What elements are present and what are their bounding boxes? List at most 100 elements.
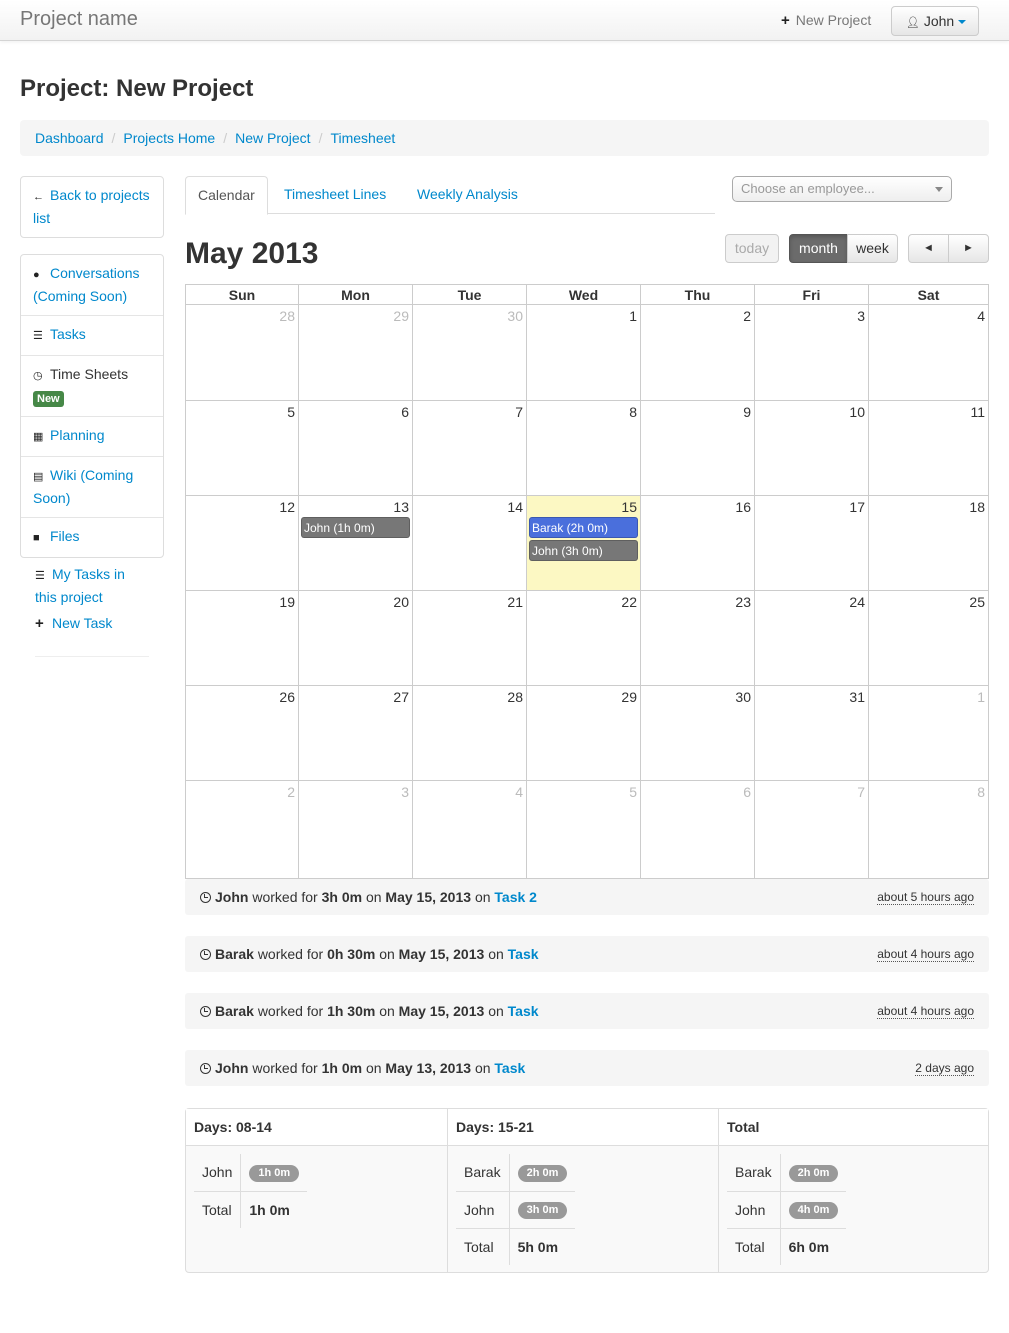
calendar-day[interactable]: 29 bbox=[299, 305, 413, 401]
day-number: 4 bbox=[515, 784, 523, 800]
sidebar-item-time-sheets[interactable]: ◷ Time Sheets New bbox=[21, 355, 163, 416]
calendar-day[interactable]: 8 bbox=[869, 781, 989, 879]
calendar-day[interactable]: 2 bbox=[185, 781, 299, 879]
calendar-day[interactable]: 20 bbox=[299, 591, 413, 686]
employee-select-placeholder: Choose an employee... bbox=[741, 181, 875, 196]
back-label: Back to projects list bbox=[33, 187, 150, 226]
calendar-event[interactable]: John (1h 0m) bbox=[301, 517, 410, 538]
tab-weekly-analysis[interactable]: Weekly Analysis bbox=[405, 176, 530, 214]
day-number: 3 bbox=[401, 784, 409, 800]
calendar-day[interactable]: 13 John (1h 0m) bbox=[299, 496, 413, 591]
brand-link[interactable]: Project name bbox=[20, 8, 138, 31]
calendar-day[interactable]: 15 Barak (2h 0m) John (3h 0m) bbox=[527, 496, 641, 591]
sidebar-item-tasks[interactable]: ☰ Tasks bbox=[21, 315, 163, 355]
next-button[interactable]: ► bbox=[948, 234, 989, 263]
calendar-day[interactable]: 6 bbox=[299, 401, 413, 496]
weekday-header: Fri bbox=[755, 284, 869, 305]
sidebar-links: ☰ My Tasks in this project + New Task bbox=[35, 564, 149, 634]
activity-task-link[interactable]: Task 2 bbox=[494, 889, 537, 905]
calendar-icon: ▦ bbox=[33, 431, 44, 443]
month-view-button[interactable]: month bbox=[789, 234, 848, 263]
activity-on: on bbox=[474, 1060, 491, 1076]
calendar-day[interactable]: 26 bbox=[185, 686, 299, 781]
calendar-day[interactable]: 23 bbox=[641, 591, 755, 686]
calendar-day[interactable]: 6 bbox=[641, 781, 755, 879]
total-label: Total bbox=[727, 1227, 781, 1265]
calendar-day[interactable]: 1 bbox=[527, 305, 641, 401]
calendar-event[interactable]: Barak (2h 0m) bbox=[529, 517, 638, 538]
calendar-day[interactable]: 8 bbox=[527, 401, 641, 496]
calendar-day[interactable]: 28 bbox=[185, 305, 299, 401]
calendar-day[interactable]: 9 bbox=[641, 401, 755, 496]
tab-calendar[interactable]: Calendar bbox=[185, 176, 268, 215]
calendar-day[interactable]: 29 bbox=[527, 686, 641, 781]
sidebar-item-planning[interactable]: ▦ Planning bbox=[21, 416, 163, 456]
activity-task-link[interactable]: Task bbox=[508, 1003, 539, 1019]
calendar-day[interactable]: 31 bbox=[755, 686, 869, 781]
breadcrumb-dashboard[interactable]: Dashboard bbox=[35, 130, 104, 146]
calendar-day[interactable]: 17 bbox=[755, 496, 869, 591]
calendar-day[interactable]: 11 bbox=[869, 401, 989, 496]
new-task-label: New Task bbox=[52, 615, 113, 631]
calendar-day[interactable]: 30 bbox=[413, 305, 527, 401]
calendar-day[interactable]: 3 bbox=[755, 305, 869, 401]
calendar-day[interactable]: 30 bbox=[641, 686, 755, 781]
calendar-day[interactable]: 22 bbox=[527, 591, 641, 686]
new-task-link[interactable]: + New Task bbox=[35, 613, 149, 634]
calendar-day[interactable]: 4 bbox=[413, 781, 527, 879]
breadcrumb-timesheet[interactable]: Timesheet bbox=[330, 130, 395, 146]
breadcrumb-new-project[interactable]: New Project bbox=[235, 130, 310, 146]
chevron-down-icon bbox=[958, 20, 967, 25]
weekday-header: Sun bbox=[185, 284, 299, 305]
calendar-day[interactable]: 5 bbox=[185, 401, 299, 496]
weekday-header: Tue bbox=[413, 284, 527, 305]
sidebar-item-conversations[interactable]: ● Conversations (Coming Soon) bbox=[21, 255, 163, 315]
calendar-day[interactable]: 4 bbox=[869, 305, 989, 401]
day-number: 2 bbox=[287, 784, 295, 800]
activity-item: John worked for 3h 0m on May 15, 2013 on… bbox=[185, 879, 989, 915]
activity-task-link[interactable]: Task bbox=[508, 946, 539, 962]
breadcrumb: Dashboard / Projects Home / New Project / Time… bbox=[20, 120, 989, 156]
calendar-day[interactable]: 12 bbox=[185, 496, 299, 591]
calendar-day[interactable]: 2 bbox=[641, 305, 755, 401]
hours-badge: 1h 0m bbox=[249, 1164, 300, 1182]
calendar-day[interactable]: 21 bbox=[413, 591, 527, 686]
calendar-day[interactable]: 28 bbox=[413, 686, 527, 781]
calendar-event[interactable]: John (3h 0m) bbox=[529, 540, 638, 561]
employee-select[interactable]: Choose an employee... bbox=[732, 176, 952, 202]
calendar-day[interactable]: 19 bbox=[185, 591, 299, 686]
new-project-link[interactable]: + New Project bbox=[781, 12, 871, 29]
my-tasks-link[interactable]: ☰ My Tasks in this project bbox=[35, 564, 149, 608]
calendar-day[interactable]: 3 bbox=[299, 781, 413, 879]
sidebar-item-label: Planning bbox=[50, 427, 105, 443]
calendar-day[interactable]: 16 bbox=[641, 496, 755, 591]
user-menu-button[interactable]: 👤︎ John bbox=[891, 6, 979, 36]
activity-task-link[interactable]: Task bbox=[494, 1060, 525, 1076]
calendar-day[interactable]: 18 bbox=[869, 496, 989, 591]
back-to-projects-link[interactable]: ← Back to projects list bbox=[21, 177, 163, 237]
calendar-day[interactable]: 7 bbox=[755, 781, 869, 879]
activity-duration: 3h 0m bbox=[321, 889, 363, 905]
calendar-day[interactable]: 27 bbox=[299, 686, 413, 781]
calendar-day[interactable]: 7 bbox=[413, 401, 527, 496]
calendar-day[interactable]: 25 bbox=[869, 591, 989, 686]
activity-on: on bbox=[379, 946, 395, 962]
day-number: 15 bbox=[621, 499, 637, 515]
sidebar-item-files[interactable]: ■ Files bbox=[21, 517, 163, 557]
breadcrumb-projects-home[interactable]: Projects Home bbox=[123, 130, 215, 146]
day-number: 8 bbox=[977, 784, 985, 800]
summary-header: Total bbox=[719, 1109, 988, 1146]
sidebar-item-wiki[interactable]: ▤ Wiki (Coming Soon) bbox=[21, 456, 163, 517]
calendar-day[interactable]: 10 bbox=[755, 401, 869, 496]
calendar-day[interactable]: 24 bbox=[755, 591, 869, 686]
prev-button[interactable]: ◄ bbox=[908, 234, 949, 263]
tab-timesheet-lines[interactable]: Timesheet Lines bbox=[272, 176, 398, 214]
calendar-day[interactable]: 1 bbox=[869, 686, 989, 781]
today-button[interactable]: today bbox=[725, 234, 779, 263]
activity-user: John bbox=[215, 1060, 249, 1076]
activity-duration: 1h 0m bbox=[321, 1060, 363, 1076]
calendar-day[interactable]: 14 bbox=[413, 496, 527, 591]
calendar-day[interactable]: 5 bbox=[527, 781, 641, 879]
clock-icon bbox=[200, 1006, 211, 1017]
week-view-button[interactable]: week bbox=[847, 234, 898, 263]
